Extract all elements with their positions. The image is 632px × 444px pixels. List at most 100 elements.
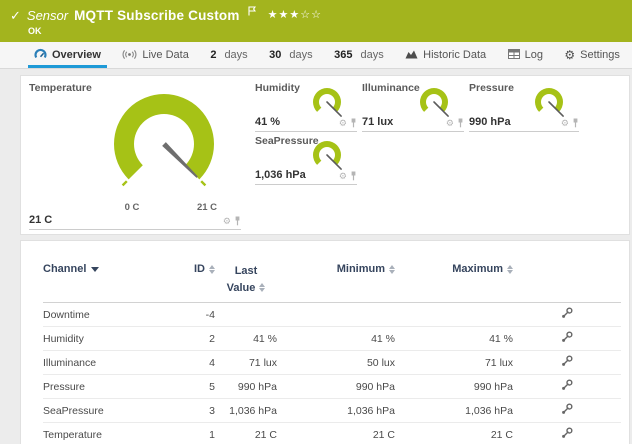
tab-label: Live Data [142, 49, 188, 61]
last-value [215, 303, 277, 327]
check-icon: ✓ [10, 8, 21, 24]
gauge-humidity: Humidity41 %⚙ [255, 82, 359, 132]
tab-settings[interactable]: ⚙ Settings [558, 42, 626, 68]
sensor-kind-label: Sensor [27, 8, 68, 23]
gauges-panel: Temperature 0 C 21 C 21 C ⚙ Humidity41 %… [20, 75, 630, 235]
pin-icon[interactable] [234, 216, 241, 226]
tab-overview[interactable]: Overview [28, 42, 107, 68]
channel-name: Temperature [43, 423, 169, 444]
channel-name: Pressure [43, 375, 169, 399]
maximum-value: 990 hPa [395, 375, 513, 399]
table-row[interactable]: SeaPressure31,036 hPa1,036 hPa1,036 hPa [43, 399, 621, 423]
channel-id: 2 [169, 327, 215, 351]
table-row[interactable]: Illuminance471 lux50 lux71 lux [43, 351, 621, 375]
channel-name: SeaPressure [43, 399, 169, 423]
star-icon[interactable]: ☆ [311, 9, 322, 21]
main-gauge-value: 21 C [29, 214, 52, 226]
wrench-icon[interactable] [561, 379, 573, 391]
minimum-value: 990 hPa [277, 375, 395, 399]
small-gauges-grid: Humidity41 %⚙Illuminance71 lux⚙Pressure9… [255, 82, 581, 228]
tab-historic-data[interactable]: Historic Data [399, 42, 492, 68]
tab-number: 30 [269, 49, 281, 61]
last-value: 1,036 hPa [215, 399, 277, 423]
star-icon[interactable]: ★ [278, 9, 289, 21]
minimum-value [277, 303, 395, 327]
column-header-channel[interactable]: Channel [43, 255, 169, 303]
column-header-maximum[interactable]: Maximum [395, 255, 513, 303]
scale-min-label: 0 C [112, 202, 152, 213]
channel-id: -4 [169, 303, 215, 327]
last-value: 990 hPa [215, 375, 277, 399]
column-header-last-value[interactable]: Last Value [215, 255, 277, 303]
maximum-value: 21 C [395, 423, 513, 444]
gear-icon[interactable]: ⚙ [446, 119, 454, 128]
tab-number: 2 [210, 49, 216, 61]
scale-max-label: 21 C [187, 202, 227, 213]
minimum-value: 41 % [277, 327, 395, 351]
sort-arrows-icon [389, 265, 395, 274]
sensor-header: ✓ Sensor MQTT Subscribe Custom ★★★☆☆ OK [0, 0, 632, 42]
chart-icon [405, 48, 418, 62]
pin-icon[interactable] [457, 118, 464, 128]
channel-name: Humidity [43, 327, 169, 351]
gear-icon[interactable]: ⚙ [339, 119, 347, 128]
wrench-icon[interactable] [561, 307, 573, 319]
star-rating[interactable]: ★★★☆☆ [268, 8, 322, 21]
tab-label: Settings [580, 49, 620, 61]
maximum-value: 71 lux [395, 351, 513, 375]
tab-label: days [360, 49, 383, 61]
gear-icon: ⚙ [564, 49, 575, 62]
wrench-icon[interactable] [561, 403, 573, 415]
pin-icon[interactable] [572, 118, 579, 128]
log-icon [508, 49, 520, 62]
sort-caret-icon [91, 267, 99, 272]
column-header-id[interactable]: ID [169, 255, 215, 303]
table-row[interactable]: Humidity241 %41 %41 % [43, 327, 621, 351]
channel-id: 1 [169, 423, 215, 444]
column-header-minimum[interactable]: Minimum [277, 255, 395, 303]
minimum-value: 50 lux [277, 351, 395, 375]
temperature-gauge [99, 86, 229, 212]
sensor-title: MQTT Subscribe Custom [74, 8, 239, 23]
sort-arrows-icon [209, 265, 215, 274]
gauge-value: 1,036 hPa [255, 169, 306, 181]
tab-log[interactable]: Log [502, 42, 549, 68]
maximum-value [395, 303, 513, 327]
broadcast-icon [122, 49, 137, 62]
star-icon[interactable]: ★ [268, 9, 279, 21]
tab-365-days[interactable]: 365 days [328, 42, 390, 68]
pin-icon[interactable] [350, 171, 357, 181]
maximum-value: 41 % [395, 327, 513, 351]
sensor-status-text: OK [10, 26, 622, 36]
tab-live-data[interactable]: Live Data [116, 42, 194, 68]
table-row[interactable]: Pressure5990 hPa990 hPa990 hPa [43, 375, 621, 399]
gauge-value: 71 lux [362, 116, 393, 128]
tab-2-days[interactable]: 2 days [204, 42, 253, 68]
star-icon[interactable]: ☆ [300, 9, 311, 21]
channel-name: Downtime [43, 303, 169, 327]
table-row[interactable]: Downtime-4 [43, 303, 621, 327]
wrench-icon[interactable] [561, 427, 573, 439]
flag-icon[interactable] [248, 6, 256, 19]
wrench-icon[interactable] [561, 331, 573, 343]
minimum-value: 21 C [277, 423, 395, 444]
gauge-icon [34, 48, 47, 62]
gear-icon[interactable]: ⚙ [339, 172, 347, 181]
last-value: 71 lux [215, 351, 277, 375]
gauge-value: 990 hPa [469, 116, 511, 128]
gear-icon[interactable]: ⚙ [561, 119, 569, 128]
star-icon[interactable]: ★ [289, 9, 300, 21]
tab-30-days[interactable]: 30 days [263, 42, 319, 68]
gauge-label: Pressure [469, 82, 514, 94]
tab-label: days [224, 49, 247, 61]
last-value: 21 C [215, 423, 277, 444]
gear-icon[interactable]: ⚙ [223, 217, 231, 226]
main-gauge-block: Temperature 0 C 21 C 21 C ⚙ [29, 82, 247, 230]
pin-icon[interactable] [350, 118, 357, 128]
table-row[interactable]: Temperature121 C21 C21 C [43, 423, 621, 444]
gauge-illuminance: Illuminance71 lux⚙ [362, 82, 466, 132]
wrench-icon[interactable] [561, 355, 573, 367]
gauge-value: 41 % [255, 116, 280, 128]
tab-number: 365 [334, 49, 352, 61]
tab-label: days [289, 49, 312, 61]
